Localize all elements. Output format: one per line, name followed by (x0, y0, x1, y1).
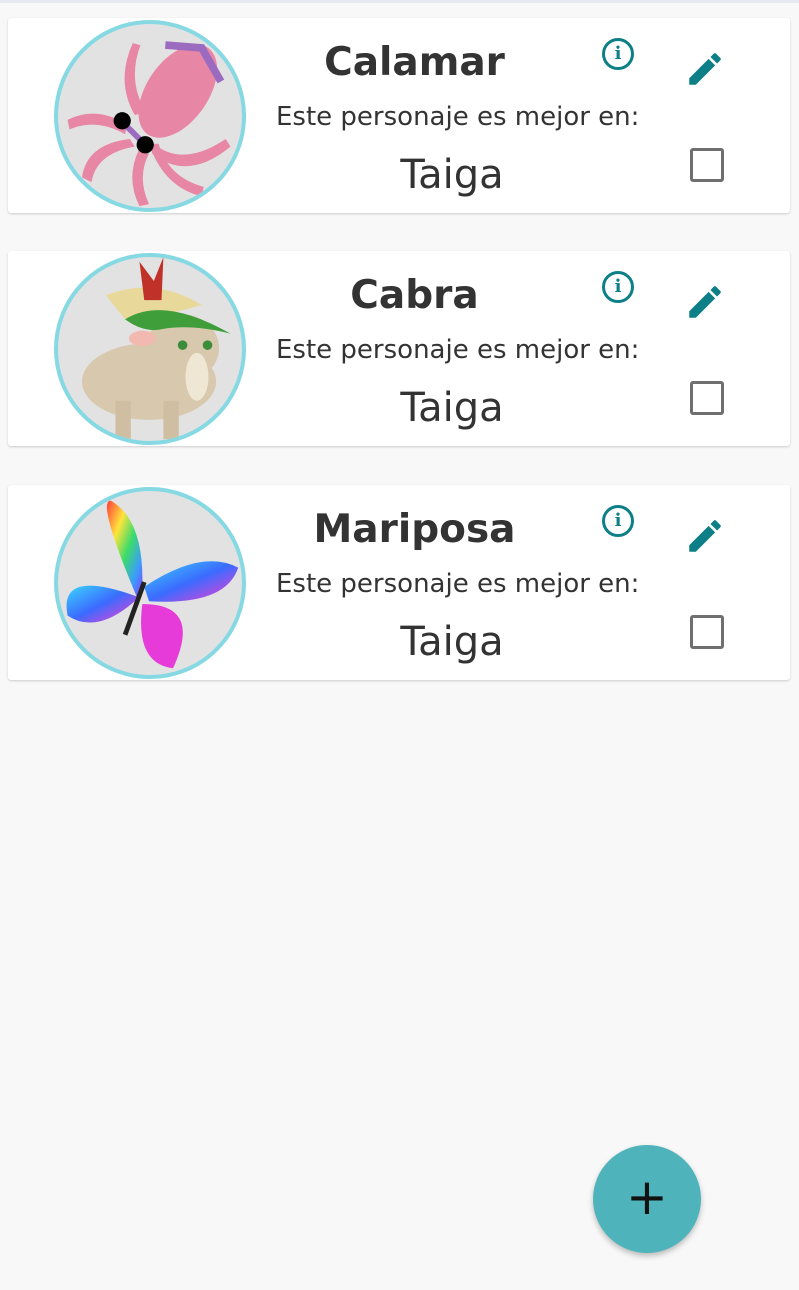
info-icon[interactable]: i (602, 505, 634, 537)
character-card[interactable]: Mariposa Este personaje es mejor en: Tai… (8, 485, 790, 680)
goat-avatar (54, 253, 246, 445)
edit-pencil-icon[interactable] (684, 281, 726, 323)
select-checkbox[interactable] (690, 148, 724, 182)
select-checkbox[interactable] (690, 615, 724, 649)
character-subtitle: Este personaje es mejor en: (276, 569, 640, 599)
add-character-button[interactable]: + (593, 1145, 701, 1253)
status-divider (0, 0, 799, 3)
character-card[interactable]: Calamar Este personaje es mejor en: Taig… (8, 18, 790, 213)
info-icon[interactable]: i (602, 38, 634, 70)
character-biome: Taiga (400, 385, 504, 431)
butterfly-avatar (54, 487, 246, 679)
character-name: Mariposa (313, 507, 516, 552)
character-biome: Taiga (400, 152, 504, 198)
select-checkbox[interactable] (690, 381, 724, 415)
squid-avatar (54, 20, 246, 212)
character-biome: Taiga (400, 619, 504, 665)
info-icon[interactable]: i (602, 271, 634, 303)
character-name: Calamar (324, 40, 505, 85)
edit-pencil-icon[interactable] (684, 48, 726, 90)
character-card[interactable]: Cabra Este personaje es mejor en: Taiga … (8, 251, 790, 446)
character-name: Cabra (350, 273, 479, 318)
character-subtitle: Este personaje es mejor en: (276, 335, 640, 365)
character-subtitle: Este personaje es mejor en: (276, 102, 640, 132)
edit-pencil-icon[interactable] (684, 515, 726, 557)
